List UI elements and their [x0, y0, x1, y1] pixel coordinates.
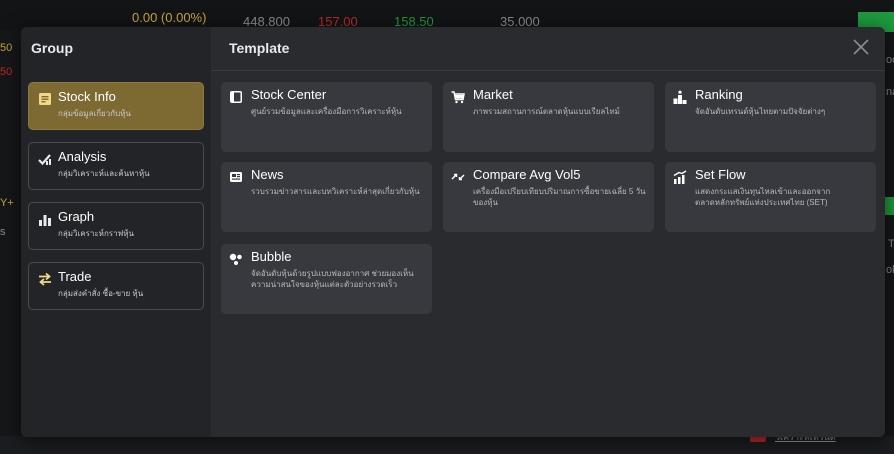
- cart-icon: [451, 91, 465, 104]
- template-card-title: Market: [473, 87, 513, 102]
- template-card-desc: ศูนย์รวมข้อมูลและเครื่องมือการวิเคราะห์ห…: [251, 107, 402, 116]
- bg-left-label: s: [0, 226, 6, 238]
- bg-left-label: Y+: [0, 197, 14, 209]
- template-card-compare-avg-vol5[interactable]: Compare Avg Vol5 เครื่องมือเปรียบเทียบปร…: [443, 162, 654, 232]
- group-item-title: Analysis: [58, 149, 107, 164]
- bar-chart-icon: [39, 215, 51, 226]
- template-card-ranking[interactable]: Ranking จัดอันดับเทรนด์หุ้นไทยตามปัจจัยต…: [665, 82, 876, 152]
- bg-right-label: ol: [886, 264, 894, 276]
- bg-left-label: 50: [0, 66, 13, 78]
- podium-icon: [673, 90, 687, 104]
- arrows-icon: [451, 173, 465, 181]
- group-title: Group: [31, 40, 73, 56]
- group-item-subtitle: กลุ่มวิเคราะห์กราฟหุ้น: [58, 229, 134, 238]
- exchange-icon: [39, 272, 51, 286]
- template-title: Template: [229, 40, 290, 56]
- group-item-stock-info[interactable]: Stock Info กลุ่มข้อมูลเกี่ยวกับหุ้น: [28, 82, 204, 130]
- template-card-title: Set Flow: [695, 167, 746, 182]
- template-card-desc: ภาพรวมสถานการณ์ตลาดหุ้นแบบเรียลไทม์: [473, 107, 620, 116]
- template-card-news[interactable]: News รวบรวมข่าวสารและบทวิเคราะห์ล่าสุดเก…: [221, 162, 432, 232]
- template-card-stock-center[interactable]: Stock Center ศูนย์รวมข้อมูลและเครื่องมือ…: [221, 82, 432, 152]
- template-card-title: News: [251, 167, 284, 182]
- template-card-desc: เครื่องมือเปรียบเทียบปริมาณการซื้อขายเฉล…: [473, 187, 646, 207]
- template-card-title: Stock Center: [251, 87, 327, 102]
- bg-right-label: T: [888, 238, 894, 250]
- group-item-analysis[interactable]: Analysis กลุ่มวิเคราะห์และค้นหาหุ้น: [28, 142, 204, 190]
- bg-change-value: 0.00 (0.00%): [132, 10, 207, 25]
- group-panel: Group Stock Info กลุ่มข้อมูลเกี่ยวกับหุ้…: [21, 27, 211, 437]
- template-card-market[interactable]: Market ภาพรวมสถานการณ์ตลาดหุ้นแบบเรียลไท…: [443, 82, 654, 152]
- group-item-graph[interactable]: Graph กลุ่มวิเคราะห์กราฟหุ้น: [28, 202, 204, 250]
- flow-chart-icon: [673, 170, 687, 184]
- group-item-subtitle: กลุ่มวิเคราะห์และค้นหาหุ้น: [58, 169, 150, 178]
- panel-icon: [230, 91, 242, 103]
- group-item-subtitle: กลุ่มส่งคำสั่ง ซื้อ-ขาย หุ้น: [58, 289, 144, 298]
- template-card-bubble[interactable]: Bubble จัดอันดับหุ้นด้วยรูปแบบฟองอากาศ ช…: [221, 244, 432, 314]
- template-card-desc: รวบรวมข่าวสารและบทวิเคราะห์ล่าสุดเกี่ยวก…: [251, 187, 420, 196]
- bg-right-label: oc: [886, 54, 894, 66]
- bg-right-label: na: [886, 86, 894, 98]
- template-card-title: Compare Avg Vol5: [473, 167, 581, 182]
- bg-left-label: 50: [0, 42, 13, 54]
- document-icon: [39, 93, 51, 105]
- close-icon[interactable]: [851, 37, 871, 57]
- template-card-title: Bubble: [251, 249, 292, 264]
- group-item-subtitle: กลุ่มข้อมูลเกี่ยวกับหุ้น: [58, 109, 131, 118]
- group-item-trade[interactable]: Trade กลุ่มส่งคำสั่ง ซื้อ-ขาย หุ้น: [28, 262, 204, 310]
- template-card-desc: จัดอันดับเทรนด์หุ้นไทยตามปัจจัยต่างๆ: [695, 107, 826, 116]
- group-item-title: Stock Info: [58, 89, 116, 104]
- template-picker-modal: Group Stock Info กลุ่มข้อมูลเกี่ยวกับหุ้…: [21, 27, 885, 437]
- check-chart-icon: [38, 154, 51, 166]
- template-card-title: Ranking: [695, 87, 743, 102]
- newspaper-icon: [230, 172, 242, 182]
- background-header: 0.00 (0.00%) 448.800 157.00 158.50 35.00…: [0, 0, 894, 30]
- template-card-desc: จัดอันดับหุ้นด้วยรูปแบบฟองอากาศ ช่วยมองเ…: [251, 269, 414, 289]
- group-item-title: Trade: [58, 269, 92, 284]
- bubble-icon: [229, 253, 242, 265]
- group-item-title: Graph: [58, 209, 95, 224]
- template-card-desc: แสดงกระแสเงินทุนไหลเข้าและออกจากตลาดหลัก…: [695, 187, 831, 207]
- template-card-set-flow[interactable]: Set Flow แสดงกระแสเงินทุนไหลเข้าและออกจา…: [665, 162, 876, 232]
- header-divider: [211, 70, 885, 71]
